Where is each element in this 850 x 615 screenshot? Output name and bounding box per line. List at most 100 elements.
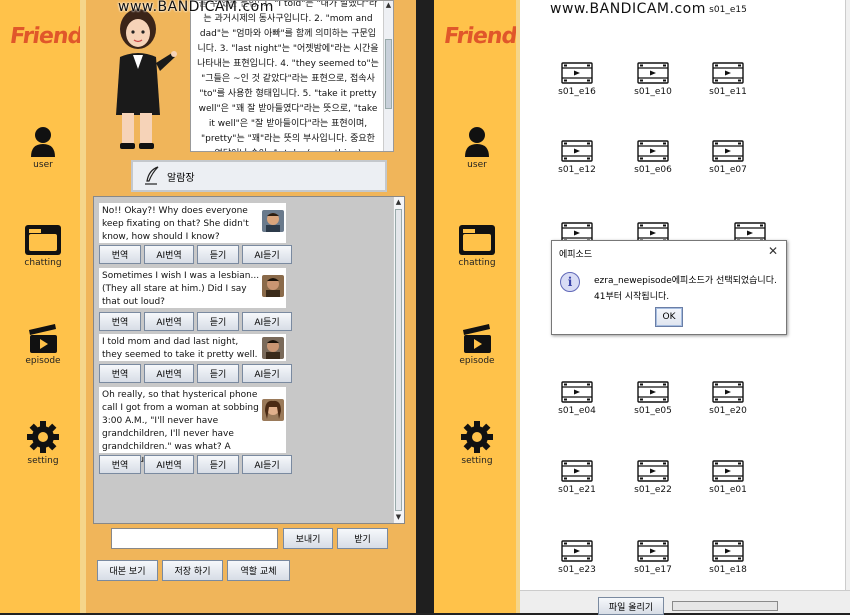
- video-file-icon: [637, 140, 669, 162]
- ai-listen-button[interactable]: AI듣기: [242, 312, 292, 331]
- nav-episode[interactable]: episode: [0, 322, 86, 366]
- episode-label: s01_e07: [709, 165, 747, 175]
- nav-episode-label: episode: [25, 356, 61, 366]
- ai-translate-button[interactable]: AI번역: [144, 364, 194, 383]
- watermark: www.BANDICAM.com: [118, 0, 274, 15]
- save-button[interactable]: 저장 하기: [162, 560, 223, 581]
- episode-item[interactable]: s01_e11: [698, 62, 758, 97]
- video-file-icon: [561, 540, 593, 562]
- ai-listen-button[interactable]: AI듣기: [242, 455, 292, 474]
- episode-item[interactable]: s01_e12: [547, 140, 607, 175]
- chat-message: Sometimes I wish I was a lesbian... (The…: [99, 268, 286, 308]
- ai-translate-button[interactable]: AI번역: [144, 312, 194, 331]
- video-file-icon: [561, 62, 593, 84]
- chat-message-list[interactable]: No!! Okay?! Why does everyone keep fixat…: [93, 196, 405, 524]
- scroll-up-arrow-icon[interactable]: ▲: [394, 198, 403, 207]
- episode-label: s01_e16: [558, 87, 596, 97]
- video-file-icon: [561, 381, 593, 403]
- left-sidebar: Friends user chatting episode setting: [0, 0, 96, 613]
- nav-episode[interactable]: episode: [434, 322, 520, 366]
- listen-button[interactable]: 듣기: [197, 312, 239, 331]
- episode-item[interactable]: s01_e05: [623, 381, 683, 416]
- gear-icon: [27, 421, 59, 453]
- right-sidebar: Friends user chatting episode setting: [434, 0, 530, 613]
- scroll-up-arrow-icon[interactable]: ▲: [384, 1, 393, 10]
- nav-user-label: user: [33, 160, 53, 170]
- translate-button[interactable]: 번역: [99, 364, 141, 383]
- nav-user[interactable]: user: [434, 124, 520, 170]
- notebook-button[interactable]: 알람장: [131, 160, 387, 192]
- video-file-icon: [637, 460, 669, 482]
- view-script-button[interactable]: 대본 보기: [97, 560, 158, 581]
- close-icon[interactable]: ✕: [768, 244, 778, 258]
- teacher-avatar: [116, 9, 177, 149]
- nav-user[interactable]: user: [0, 124, 86, 170]
- episode-item[interactable]: s01_e17: [623, 540, 683, 575]
- video-file-icon: [712, 62, 744, 84]
- nav-chatting[interactable]: chatting: [434, 222, 520, 268]
- quill-pen-icon: [145, 166, 159, 185]
- listen-button[interactable]: 듣기: [197, 245, 239, 264]
- speaker-avatar: [262, 337, 284, 359]
- ok-button[interactable]: OK: [655, 307, 683, 327]
- scroll-thumb[interactable]: [385, 39, 392, 109]
- episode-item[interactable]: s01_e16: [547, 62, 607, 97]
- nav-setting-label: setting: [27, 456, 59, 466]
- listen-button[interactable]: 듣기: [197, 364, 239, 383]
- episode-label: s01_e10: [634, 87, 672, 97]
- clapperboard-icon: [29, 324, 57, 353]
- bottom-toolbar: 파일 올리기: [520, 590, 850, 615]
- send-button[interactable]: 보내기: [283, 528, 333, 549]
- episode-item[interactable]: s01_e10: [623, 62, 683, 97]
- translate-button[interactable]: 번역: [99, 312, 141, 331]
- episode-item[interactable]: s01_e07: [698, 140, 758, 175]
- video-file-icon: [637, 62, 669, 84]
- scroll-down-arrow-icon[interactable]: ▼: [394, 513, 403, 522]
- nav-chatting[interactable]: chatting: [0, 222, 86, 268]
- upload-progress-bar: [672, 601, 778, 611]
- nav-setting[interactable]: setting: [434, 420, 520, 466]
- translate-button[interactable]: 번역: [99, 455, 141, 474]
- episode-item[interactable]: s01_e01: [698, 460, 758, 495]
- ai-listen-button[interactable]: AI듣기: [242, 364, 292, 383]
- swap-role-button[interactable]: 역할 교체: [227, 560, 290, 581]
- chat-input[interactable]: [111, 528, 278, 549]
- listen-button[interactable]: 듣기: [197, 455, 239, 474]
- episode-item[interactable]: s01_e04: [547, 381, 607, 416]
- episode-label: s01_e12: [558, 165, 596, 175]
- nav-episode-label: episode: [459, 356, 495, 366]
- episode-scrollbar[interactable]: [845, 0, 850, 590]
- episode-item[interactable]: s01_e22: [623, 460, 683, 495]
- episode-label: s01_e23: [558, 565, 596, 575]
- folder-icon: [459, 225, 495, 255]
- gear-icon: [461, 421, 493, 453]
- episode-item[interactable]: s01_e23: [547, 540, 607, 575]
- folder-icon: [25, 225, 61, 255]
- episode-label: s01_e01: [709, 485, 747, 495]
- upload-file-button[interactable]: 파일 올리기: [598, 597, 664, 615]
- ai-translate-button[interactable]: AI번역: [144, 455, 194, 474]
- video-file-icon: [637, 381, 669, 403]
- episode-item[interactable]: s01_e21: [547, 460, 607, 495]
- video-file-icon: [561, 460, 593, 482]
- episode-label: s01_e06: [634, 165, 672, 175]
- ai-listen-button[interactable]: AI듣기: [242, 245, 292, 264]
- chat-message-text: I told mom and dad last night, they seem…: [102, 337, 258, 360]
- receive-button[interactable]: 받기: [337, 528, 388, 549]
- episode-item[interactable]: s01_e18: [698, 540, 758, 575]
- watermark: www.BANDICAM.com: [550, 1, 706, 17]
- translate-button[interactable]: 번역: [99, 245, 141, 264]
- video-file-icon: [561, 140, 593, 162]
- window-divider: [416, 0, 434, 613]
- episode-item[interactable]: s01_e20: [698, 381, 758, 416]
- chat-scrollbar[interactable]: ▲ ▼: [393, 197, 404, 523]
- grammar-explanation-box[interactable]: 을 수 있는 문법: 1. "I told"는 "내가 말했다"라는 과거시제의…: [190, 0, 394, 152]
- ai-translate-button[interactable]: AI번역: [144, 245, 194, 264]
- message-actions: 번역 AI번역 듣기 AI듣기: [99, 312, 292, 331]
- video-file-icon: [637, 540, 669, 562]
- user-icon: [465, 127, 489, 157]
- episode-item[interactable]: s01_e06: [623, 140, 683, 175]
- nav-setting[interactable]: setting: [0, 420, 86, 466]
- scroll-thumb[interactable]: [395, 209, 402, 511]
- explanation-scrollbar[interactable]: ▲: [383, 1, 393, 151]
